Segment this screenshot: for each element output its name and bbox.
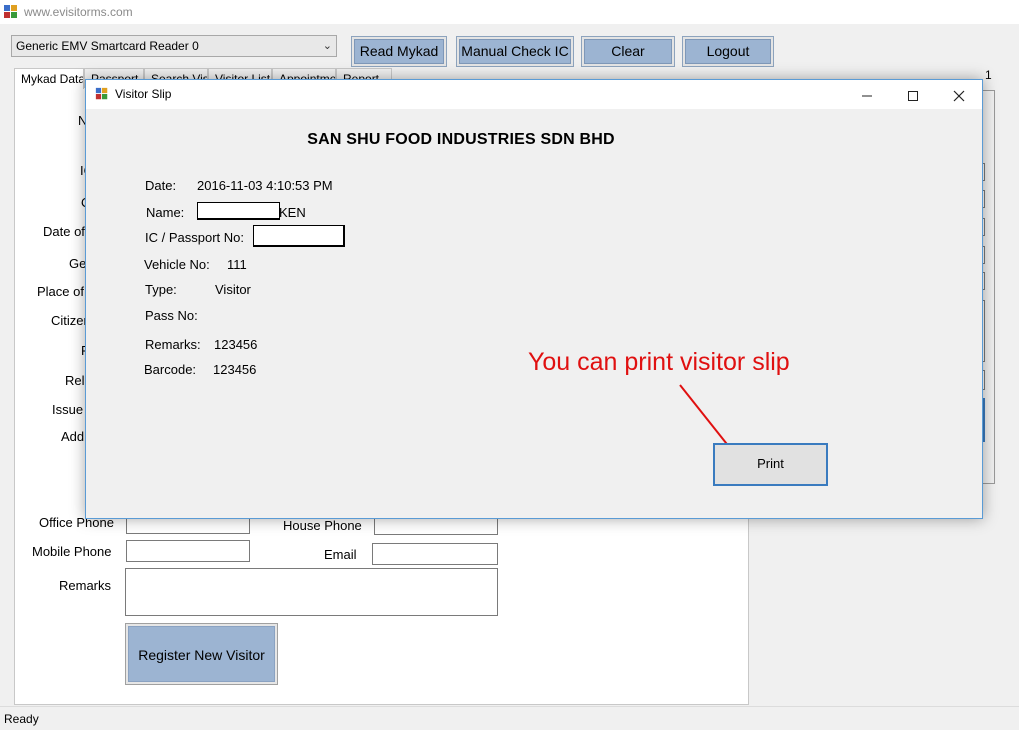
email-label: Email [324, 547, 357, 562]
logout-label: Logout [685, 39, 771, 64]
reader-select[interactable]: Generic EMV Smartcard Reader 0 ⌄ [11, 35, 337, 57]
tab-mykad-data[interactable]: Mykad Data [14, 68, 84, 89]
status-bar: Ready [0, 706, 1019, 730]
annotation-text: You can print visitor slip [528, 348, 790, 376]
window-title: www.evisitorms.com [24, 5, 133, 19]
form-label: Rel [65, 373, 85, 388]
chevron-down-icon[interactable]: ⌄ [323, 39, 332, 52]
redacted-name [197, 202, 280, 220]
close-icon[interactable] [936, 80, 982, 109]
clear-label: Clear [584, 39, 672, 64]
print-label: Print [757, 456, 784, 471]
maximize-icon[interactable] [890, 80, 936, 109]
vehicle-value: 111 [227, 257, 247, 272]
form-label: Issue [52, 402, 84, 417]
mobile-phone-label: Mobile Phone [32, 544, 112, 559]
manual-check-ic-label: Manual Check IC [459, 39, 571, 64]
remarks-label: Remarks [59, 578, 112, 593]
company-name: SAN SHU FOOD INDUSTRIES SDN BHD [307, 131, 615, 148]
status-text: Ready [4, 712, 39, 726]
remarks-field[interactable] [125, 568, 498, 616]
read-mykad-label: Read Mykad [354, 39, 444, 64]
name-value: KEN [279, 205, 306, 220]
pass-no-label: Pass No: [145, 308, 198, 323]
register-new-visitor-label: Register New Visitor [128, 626, 275, 682]
form-label: Add [61, 429, 85, 444]
dialog-titlebar[interactable]: Visitor Slip [86, 80, 982, 109]
clear-button[interactable]: Clear [581, 36, 675, 67]
form-label: Date of [43, 224, 85, 239]
name-label: Name: [146, 205, 185, 220]
manual-check-ic-button[interactable]: Manual Check IC [456, 36, 574, 67]
form-label: Place of [37, 284, 84, 299]
read-mykad-button[interactable]: Read Mykad [351, 36, 447, 67]
email-field[interactable] [372, 543, 498, 565]
barcode-value: 123456 [213, 362, 257, 377]
type-label: Type: [145, 282, 177, 297]
print-button[interactable]: Print [713, 443, 828, 486]
main-titlebar: www.evisitorms.com [0, 0, 1019, 24]
register-new-visitor-button[interactable]: Register New Visitor [125, 623, 278, 685]
remarks-label: Remarks: [145, 337, 201, 352]
form-label: Ge [69, 256, 87, 271]
house-phone-label: House Phone [283, 518, 362, 533]
visitor-slip-dialog: Visitor Slip SAN SHU FOOD INDUSTRIES SDN… [85, 79, 983, 519]
mobile-phone-field[interactable] [126, 540, 250, 562]
date-label: Date: [145, 178, 177, 193]
remarks-value: 123456 [214, 337, 258, 352]
barcode-label: Barcode: [144, 362, 197, 377]
logout-button[interactable]: Logout [682, 36, 774, 67]
minimize-icon[interactable] [844, 80, 890, 109]
reader-select-value: Generic EMV Smartcard Reader 0 [16, 39, 199, 53]
ic-passport-label: IC / Passport No: [145, 230, 244, 245]
date-value: 2016-11-03 4:10:53 PM [197, 178, 333, 193]
tab-label: Mykad Data [21, 72, 84, 86]
vehicle-label: Vehicle No: [144, 257, 210, 272]
app-icon [95, 87, 108, 100]
type-value: Visitor [215, 282, 251, 297]
dialog-title: Visitor Slip [115, 87, 172, 101]
app-icon [4, 5, 17, 18]
redacted-ic [253, 225, 345, 247]
right-panel-number: 1 [985, 68, 992, 82]
